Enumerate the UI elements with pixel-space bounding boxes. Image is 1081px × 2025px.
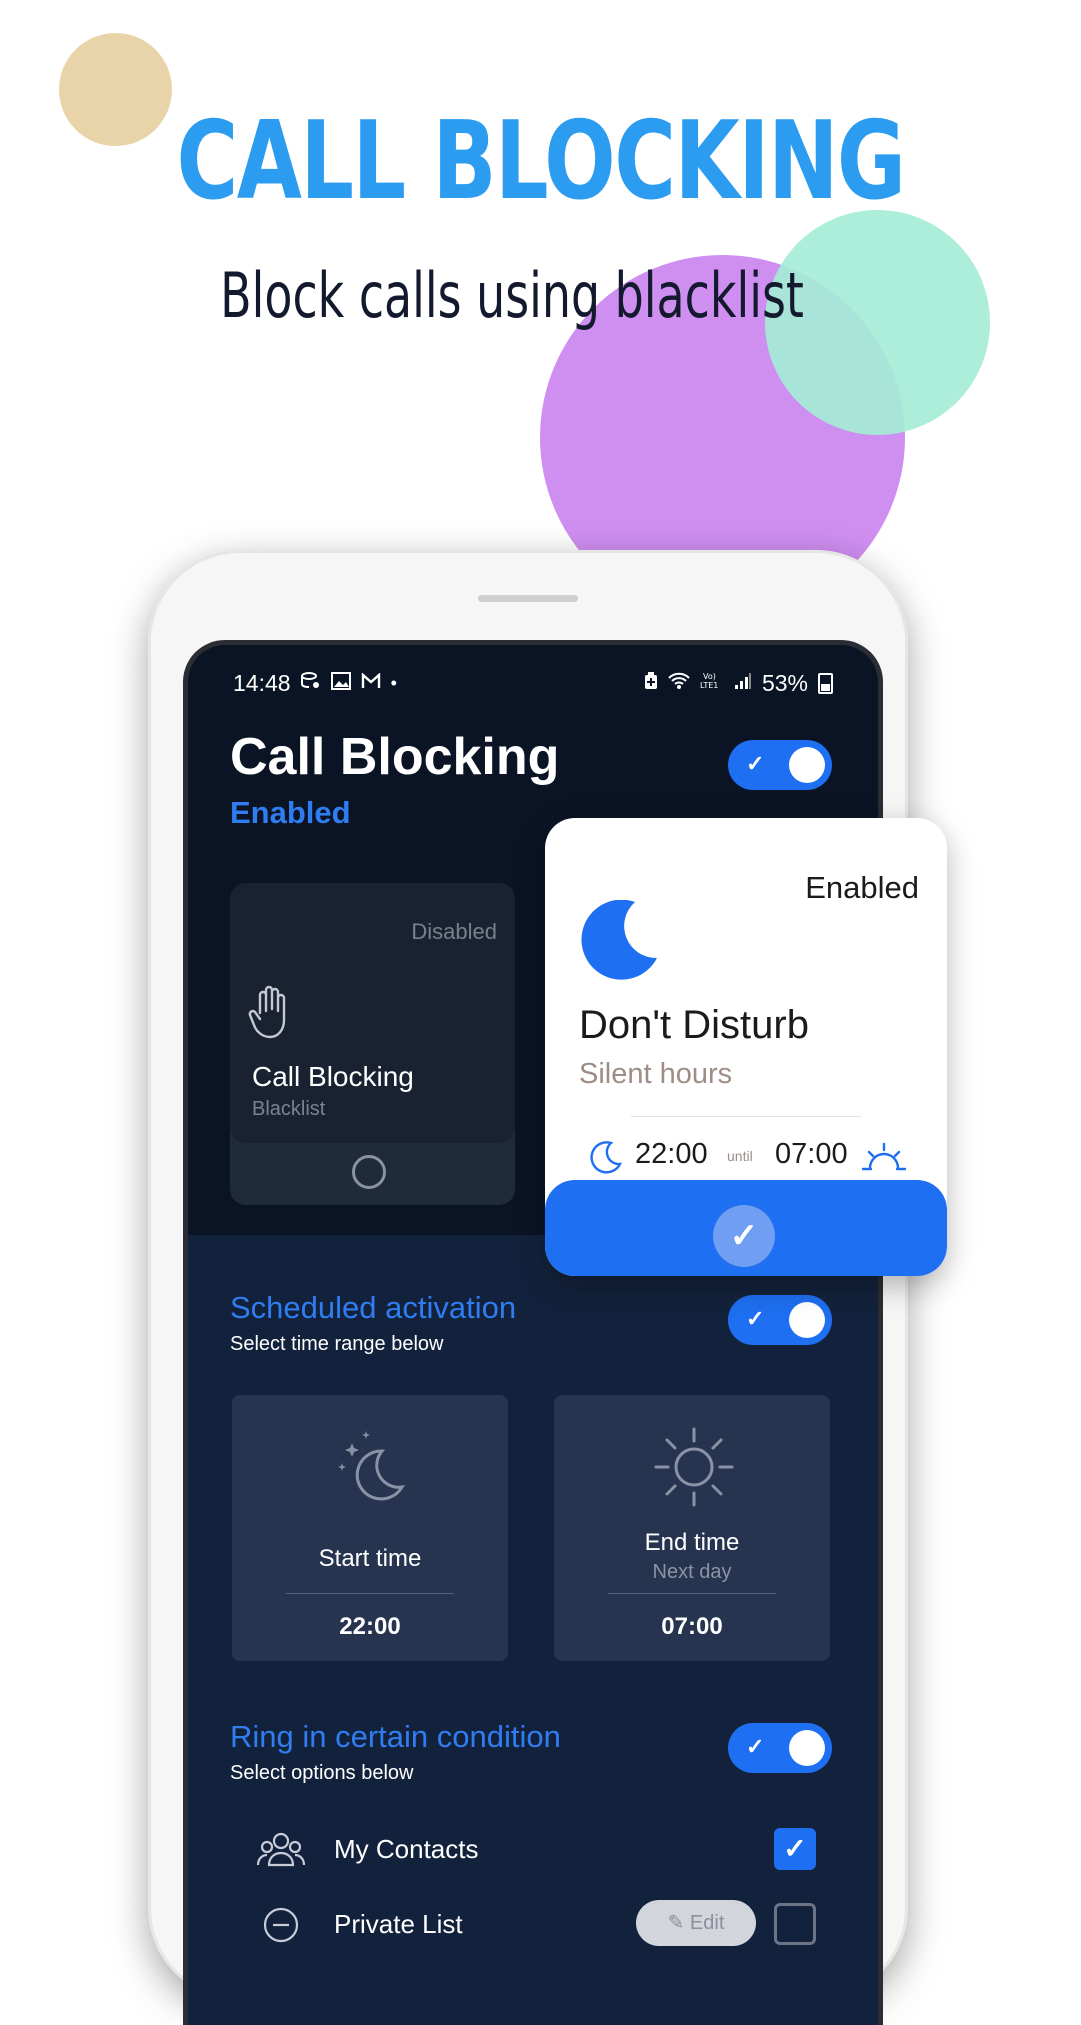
- dnd-active-bar: ✓: [545, 1180, 947, 1276]
- battery-icon: [818, 672, 833, 694]
- page-status: Enabled: [230, 795, 351, 830]
- page-title: Call Blocking: [230, 728, 560, 786]
- divider: [286, 1593, 454, 1594]
- signal-icon: [734, 672, 752, 695]
- dnd-subtitle: Silent hours: [579, 1058, 733, 1090]
- scheduled-toggle[interactable]: ✓: [728, 1295, 832, 1345]
- card-subtitle: Blacklist: [252, 1098, 326, 1120]
- dnd-end-time: 07:00: [775, 1138, 848, 1170]
- dnd-time-range: 22:00 until 07:00: [545, 1136, 947, 1180]
- scheduled-title: Scheduled activation: [230, 1290, 517, 1325]
- dnd-status: Enabled: [805, 870, 919, 905]
- pencil-icon: ✎: [667, 1912, 690, 1934]
- settings-section: Scheduled activation Select time range b…: [188, 1235, 878, 2025]
- call-blocking-toggle[interactable]: ✓: [728, 740, 832, 790]
- database-icon: [300, 671, 321, 695]
- card-radio[interactable]: [352, 1155, 386, 1189]
- svg-text:LTE1: LTE1: [700, 681, 718, 690]
- dont-disturb-card[interactable]: Enabled Don't Disturb Silent hours 22:00…: [545, 818, 947, 1276]
- toggle-knob: [789, 1730, 825, 1766]
- end-time-value: 07:00: [661, 1613, 723, 1640]
- edit-button[interactable]: ✎ Edit: [636, 1900, 756, 1946]
- check-icon: ✓: [746, 1734, 765, 1759]
- volte-icon: Vo) LTE1: [700, 671, 724, 696]
- my-contacts-checkbox[interactable]: ✓: [774, 1828, 816, 1870]
- check-icon: ✓: [746, 751, 765, 776]
- start-time-value: 22:00: [339, 1613, 401, 1640]
- dot-icon: •: [390, 672, 397, 693]
- divider: [631, 1116, 861, 1117]
- private-list-checkbox[interactable]: [774, 1903, 816, 1945]
- phone-speaker: [478, 595, 578, 602]
- svg-text:Vo): Vo): [703, 672, 716, 681]
- contacts-icon: [256, 1832, 306, 1867]
- ring-subtitle: Select options below: [230, 1762, 414, 1784]
- crescent-icon: [590, 1141, 623, 1174]
- night-moon-icon: [338, 1431, 405, 1501]
- sun-icon: [654, 1427, 734, 1507]
- promo-headline: CALL BLOCKING: [176, 99, 906, 224]
- dnd-start-time: 22:00: [635, 1138, 708, 1170]
- end-time-card[interactable]: End time Next day 07:00: [554, 1395, 830, 1661]
- option-my-contacts[interactable]: My Contacts ✓: [256, 1825, 816, 1875]
- wifi-icon: [668, 672, 690, 695]
- battery-saver-icon: [644, 671, 658, 695]
- option-label: My Contacts: [334, 1834, 479, 1864]
- card-title: Call Blocking: [252, 1061, 414, 1092]
- status-bar: 14:48 • Vo) LTE1 53%: [233, 665, 833, 701]
- promo-subline: Block calls using blacklist: [220, 259, 804, 332]
- status-time: 14:48: [233, 669, 291, 696]
- end-time-label: End time: [644, 1529, 740, 1556]
- divider: [608, 1593, 776, 1594]
- moon-icon: [581, 900, 657, 980]
- image-icon: [330, 671, 351, 695]
- hand-icon: [248, 985, 286, 1039]
- battery-percent: 53%: [761, 669, 808, 696]
- end-time-sub: Next day: [652, 1561, 732, 1583]
- ring-toggle[interactable]: ✓: [728, 1723, 832, 1773]
- edit-label: Edit: [689, 1912, 725, 1934]
- call-blocking-card[interactable]: Disabled Call Blocking Blacklist: [230, 883, 515, 1205]
- private-list-icon: [263, 1907, 299, 1943]
- dnd-title: Don't Disturb: [579, 1003, 809, 1047]
- toggle-knob: [789, 747, 825, 783]
- dnd-select-button[interactable]: ✓: [713, 1205, 775, 1267]
- gmail-icon: [361, 671, 381, 694]
- toggle-knob: [789, 1302, 825, 1338]
- card-body: Disabled Call Blocking Blacklist: [230, 883, 515, 1143]
- scheduled-subtitle: Select time range below: [230, 1333, 444, 1355]
- option-label: Private List: [334, 1909, 463, 1939]
- option-private-list[interactable]: Private List ✎ Edit: [256, 1900, 816, 1950]
- dnd-until-label: until: [727, 1148, 753, 1164]
- ring-title: Ring in certain condition: [230, 1719, 561, 1754]
- start-time-label: Start time: [318, 1545, 422, 1572]
- sunrise-icon: [861, 1142, 907, 1171]
- check-icon: ✓: [746, 1306, 765, 1331]
- card-status: Disabled: [411, 919, 497, 944]
- start-time-card[interactable]: Start time 22:00: [232, 1395, 508, 1661]
